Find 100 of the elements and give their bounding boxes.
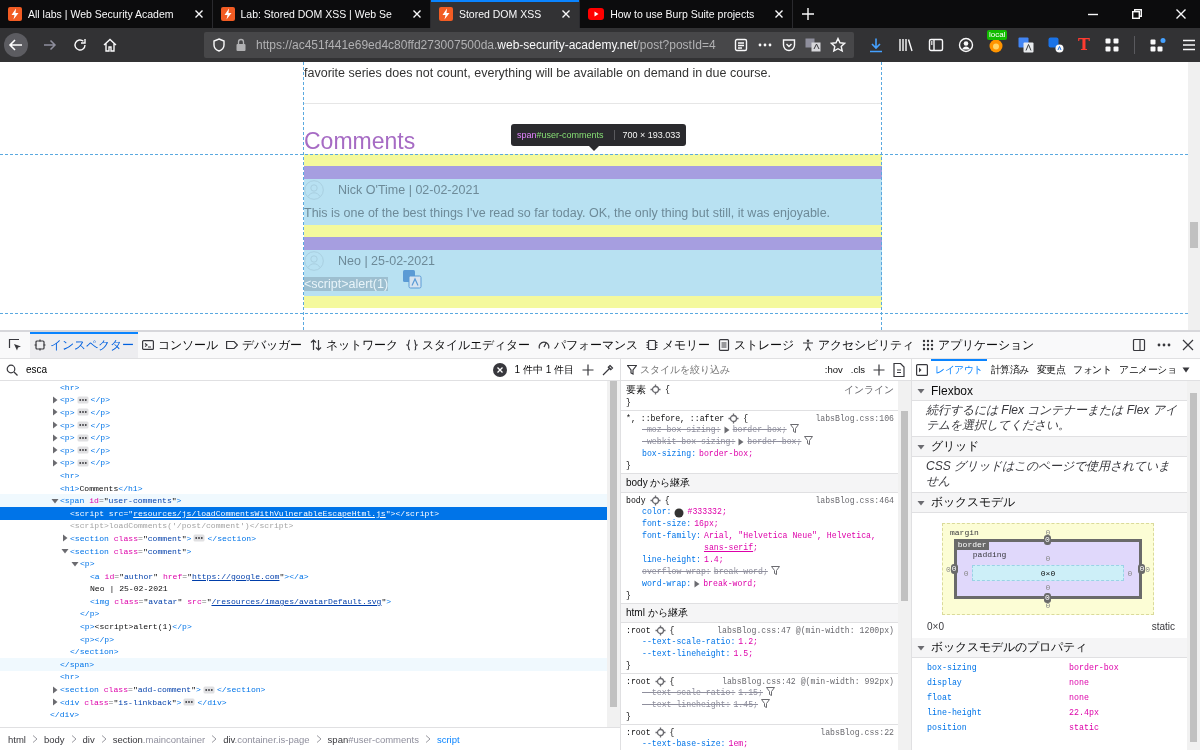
library-icon[interactable] <box>898 37 914 53</box>
markup-node[interactable]: <p> </p> <box>0 406 607 419</box>
element-picker-icon[interactable] <box>8 338 22 352</box>
collapse-icon[interactable] <box>71 559 79 568</box>
reader-view-icon[interactable] <box>734 38 748 52</box>
markup-node[interactable]: </div> <box>0 708 607 722</box>
css-property[interactable]: -moz-box-sizing: <box>642 424 721 436</box>
css-value[interactable]: border-box; <box>747 436 802 448</box>
ellipsis-icon[interactable] <box>202 685 215 694</box>
gear-icon[interactable] <box>654 624 666 636</box>
devtools-tab[interactable]: ストレージ <box>714 332 798 358</box>
sidebar-tab[interactable]: 計算済み <box>986 359 1033 380</box>
devtools-tab[interactable]: ネットワーク <box>306 332 402 358</box>
markup-node[interactable]: <a id="author" href="https://google.com"></a> <box>0 569 607 583</box>
close-icon[interactable] <box>1182 339 1194 351</box>
filter-icon[interactable] <box>770 566 780 575</box>
box-value[interactable]: 0 <box>1045 554 1051 563</box>
back-icon[interactable] <box>4 33 28 57</box>
reload-icon[interactable] <box>72 37 88 53</box>
markup-node[interactable]: <hr> <box>0 670 607 684</box>
address-bar[interactable]: https://ac451f441e69ed4c80ffd273007500da.web-security-academy.net/post?postId=4 <box>204 32 854 58</box>
gear-icon[interactable] <box>654 675 666 687</box>
breadcrumb[interactable]: div.container.is-page <box>223 733 310 745</box>
markup-node[interactable]: <p> </p> <box>0 456 607 470</box>
ellipsis-icon[interactable] <box>183 698 196 707</box>
scrollbar[interactable] <box>607 381 620 727</box>
breadcrumb[interactable]: span#user-comments <box>327 733 419 745</box>
css-property[interactable]: box-sizing: <box>642 448 697 460</box>
scrollbar[interactable] <box>1187 381 1200 750</box>
ellipsis-icon[interactable] <box>76 395 89 404</box>
css-value[interactable]: 1.5; <box>733 648 754 660</box>
dropdown-icon[interactable] <box>1182 366 1190 373</box>
source-link[interactable]: labsBlog.css:22 <box>820 727 894 737</box>
eyedropper-icon[interactable] <box>602 363 614 376</box>
markup-node[interactable]: <img class="avatar" src="/resources/images/avatarDefault.svg"> <box>0 595 607 608</box>
css-property[interactable]: color: <box>642 506 672 518</box>
source-link[interactable]: labsBlog.css:106 <box>815 413 894 423</box>
ellipsis-icon[interactable] <box>76 421 89 430</box>
filter-field[interactable]: スタイルを絞り込み <box>627 364 817 375</box>
add-icon[interactable] <box>873 363 885 376</box>
sidebar-tab[interactable]: レイアウト <box>931 359 987 380</box>
css-value[interactable]: 1.4; <box>703 554 724 566</box>
breadcrumb[interactable]: section.maincontainer <box>112 733 206 745</box>
breadcrumb[interactable]: div <box>82 733 95 745</box>
expand-icon[interactable] <box>51 458 59 467</box>
css-property[interactable]: word-wrap: <box>642 578 692 590</box>
box-value[interactable]: 0 <box>963 568 969 578</box>
markup-node[interactable]: <p><script>alert(1)</p> <box>0 620 607 633</box>
border-value[interactable]: 0 <box>1044 535 1051 545</box>
css-value[interactable]: 1.45; <box>733 699 759 711</box>
translate-icon[interactable] <box>1018 37 1034 53</box>
section-header[interactable]: ボックスモデルのプロパティ <box>912 638 1187 658</box>
ellipsis-icon[interactable] <box>76 433 89 442</box>
breadcrumb[interactable]: body <box>43 733 65 745</box>
gear-icon[interactable] <box>654 726 666 738</box>
hover-toggle[interactable]: :hov <box>824 364 843 375</box>
css-property[interactable]: font-family: <box>642 530 701 542</box>
css-property[interactable]: --text-scale-ratio: <box>642 687 736 699</box>
account-icon[interactable] <box>958 37 974 53</box>
markup-node[interactable]: <h1>Comments</h1> <box>0 481 607 495</box>
css-value[interactable]: break-word; <box>703 578 758 590</box>
add-icon[interactable] <box>582 363 594 376</box>
color-swatch-icon[interactable] <box>674 508 685 518</box>
menu-icon[interactable] <box>1180 37 1197 53</box>
markup-node[interactable]: <script>loadComments('/post/comment')</script> <box>0 519 607 533</box>
sidebar-icon[interactable] <box>928 37 944 53</box>
document-icon[interactable] <box>893 362 905 377</box>
css-value[interactable]: border-box; <box>732 424 787 436</box>
gear-icon[interactable] <box>649 494 661 506</box>
css-value[interactable]: 1em; <box>728 738 749 750</box>
section-header[interactable]: Flexbox <box>912 381 1187 401</box>
box-value[interactable]: 0 <box>946 564 951 574</box>
star-icon[interactable] <box>830 37 846 53</box>
expand-icon[interactable] <box>51 698 59 707</box>
css-property[interactable]: --text-base-size: <box>642 738 726 750</box>
section-header[interactable]: グリッド <box>912 437 1187 457</box>
css-property[interactable]: --text-scale-ratio: <box>642 636 736 648</box>
css-property[interactable]: line-height: <box>642 554 701 566</box>
markup-node[interactable]: </span> <box>0 658 607 671</box>
breadcrumb[interactable]: script <box>436 733 460 745</box>
class-toggle[interactable]: .cls <box>850 364 865 375</box>
restore-icon[interactable] <box>1132 9 1142 19</box>
markup-node[interactable]: <p> <box>0 557 607 570</box>
box-value[interactable]: 0 <box>1045 583 1051 592</box>
markup-node[interactable]: <hr> <box>0 381 607 394</box>
css-value[interactable]: border-box; <box>699 448 754 460</box>
sidebar-tab[interactable]: フォント <box>1069 359 1115 380</box>
pocket-icon[interactable] <box>782 38 796 52</box>
css-property[interactable]: overflow-wrap: <box>642 566 711 578</box>
markup-node[interactable]: <p> </p> <box>0 418 607 432</box>
markup-node[interactable]: </section> <box>0 645 607 659</box>
expand-icon[interactable] <box>694 580 701 588</box>
css-value[interactable]: Arial, "Helvetica Neue", Helvetica, sans-serif; <box>703 530 894 554</box>
collapse-icon[interactable] <box>51 496 59 505</box>
search-field[interactable]: esca <box>26 364 485 375</box>
breadcrumb[interactable]: html <box>8 733 26 745</box>
content-box[interactable]: 0×0 <box>971 565 1125 581</box>
box-value[interactable]: 0 <box>1045 528 1051 537</box>
css-property[interactable]: font-size: <box>642 518 692 530</box>
border-value[interactable]: 0 <box>950 564 958 574</box>
